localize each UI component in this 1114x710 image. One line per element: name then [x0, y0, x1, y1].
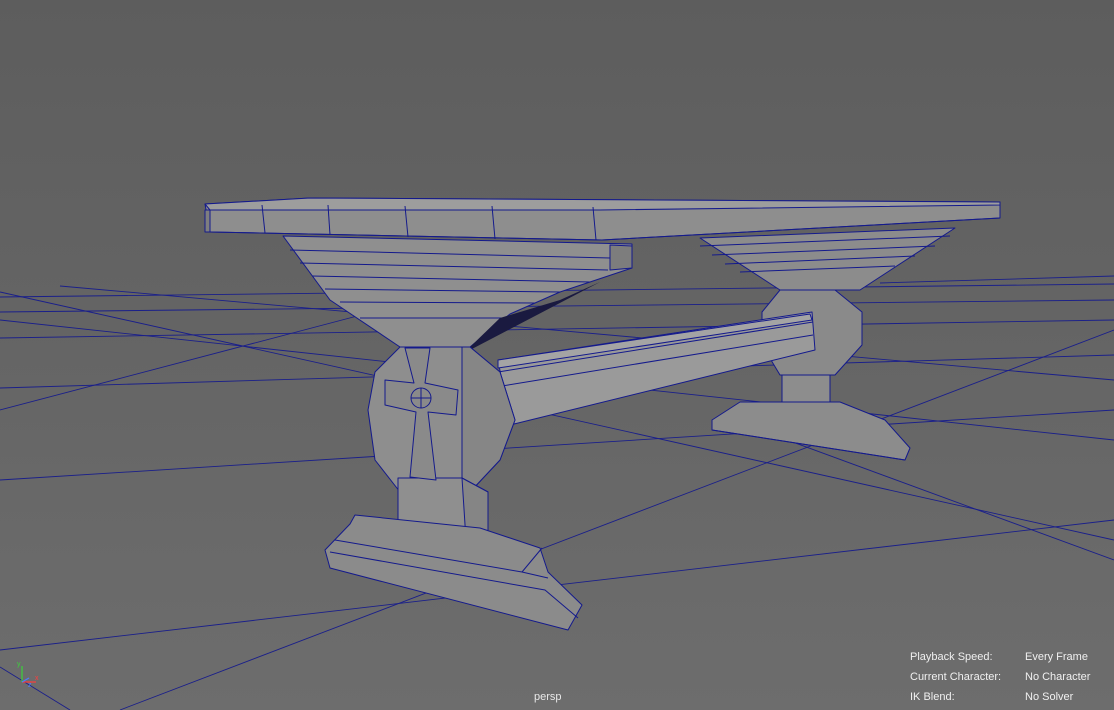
hud-value: Every Frame [1025, 651, 1088, 663]
ground-grid [0, 275, 1114, 710]
hud-row-ik-blend: IK Blend: No Solver [910, 691, 1110, 705]
hud-key: Current Character: [910, 671, 1002, 683]
hud-row-current-character: Current Character: No Character [910, 671, 1110, 685]
axis-z-label: z [28, 682, 32, 688]
axis-gizmo-icon: y x z [17, 661, 39, 688]
hud-key: Playback Speed: [910, 651, 993, 663]
camera-name-label: persp [534, 691, 562, 703]
hud-value: No Character [1025, 671, 1091, 683]
hud-row-playback-speed: Playback Speed: Every Frame [910, 651, 1110, 665]
hud-key: IK Blend: [910, 691, 955, 703]
near-leg [282, 235, 633, 631]
axis-x-label: x [35, 675, 39, 682]
persp-viewport[interactable]: y x z persp Playback Speed: Every Frame … [0, 0, 1114, 710]
hud-value: No Solver [1025, 691, 1074, 703]
scene-canvas[interactable] [0, 0, 1114, 710]
table-mesh[interactable] [204, 197, 1001, 631]
axis-y-label: y [17, 661, 21, 668]
